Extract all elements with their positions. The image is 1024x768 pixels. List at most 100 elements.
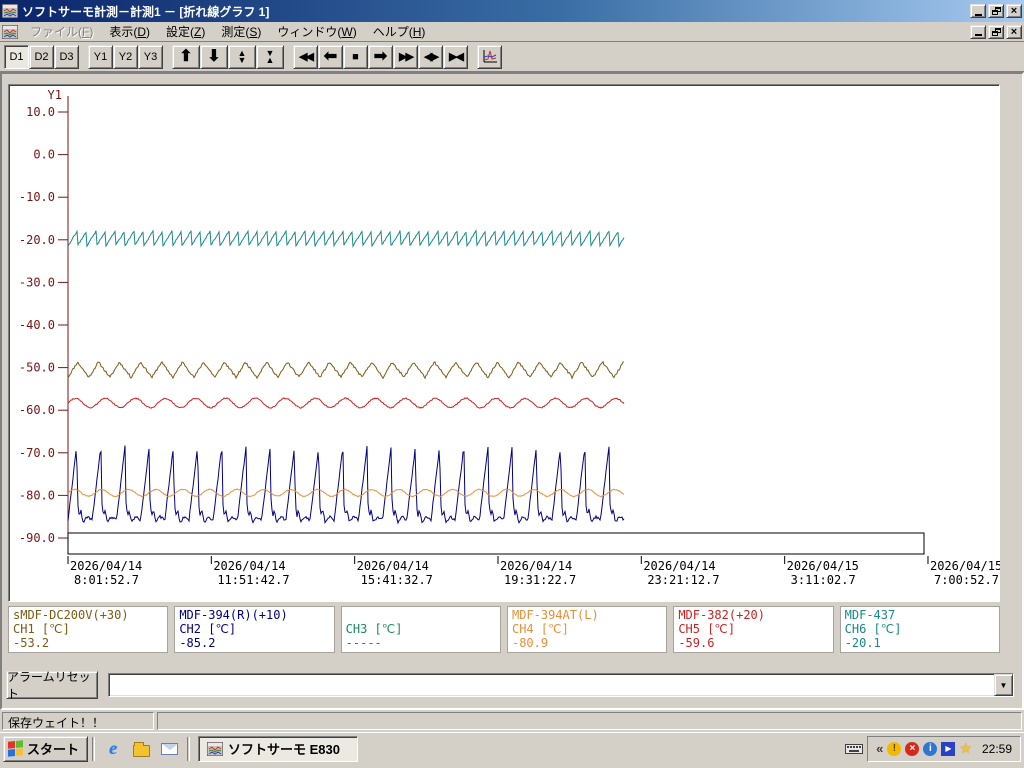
compress-horizontal-button[interactable]: ▶◀ [443,44,468,69]
security-warning-icon[interactable]: ! [887,741,902,756]
fast-forward-button[interactable]: ▶▶ [393,44,418,69]
menu-window[interactable]: ウィンドウ(W) [269,21,364,42]
alarm-combo-value[interactable] [109,674,994,696]
left-arrow-icon: ⬅ [323,47,338,65]
scroll-down-button[interactable]: ⬇ [200,44,228,69]
compress-vertical-icon: ▼ ▲ [265,47,275,65]
security-alert-icon[interactable]: × [905,741,920,756]
alarm-row: アラームリセット ▼ [6,668,1014,702]
document-icon [2,24,18,39]
expand-horizontal-button[interactable]: ◀▶ [418,44,443,69]
chart-panel: Y1 10.0 0.0 -10.0 -20.0 -30.0 -40.0 -50.0 -60.0 -… [8,84,1000,602]
legend-cell-ch2: MDF-394(R)(+10) CH2 [℃] -85.2 [174,606,335,653]
menu-view[interactable]: 表示(D) [101,21,158,42]
system-tray: « ! × i ▶ ★ 22:59 [867,735,1021,762]
outlook-express-icon[interactable] [159,739,179,759]
restore-icon [991,7,1001,15]
svg-text:2026/04/14: 2026/04/14 [643,559,715,573]
toolbar: D1 D2 D3 Y1 Y2 Y3 ⬆ ⬇ ▲ ▼ ▼ ▲ ◀◀ ⬅ ■ ➡ ▶… [0,42,1024,72]
channel-label: MDF-394(R)(+10) [179,608,288,622]
mdi-restore-button[interactable] [988,24,1004,39]
app-icon [207,741,224,756]
alarm-reset-button[interactable]: アラームリセット [6,670,98,701]
channel-name: CH5 [℃] [678,622,736,636]
d1-button[interactable]: D1 [4,44,29,69]
stop-icon: ■ [352,50,359,63]
graph-view-button[interactable] [477,44,502,69]
minimize-icon [974,13,982,16]
internet-explorer-icon[interactable]: e [103,738,123,759]
status-extra [157,712,1022,730]
task-button-softthermo[interactable]: ソフトサーモ E830 [198,735,359,762]
line-chart: Y1 10.0 0.0 -10.0 -20.0 -30.0 -40.0 -50.0 -60.0 -… [19,88,1000,587]
compress-horizontal-icon: ▶◀ [449,51,464,63]
down-arrow-icon: ⬇ [207,47,221,65]
svg-text:2026/04/14: 2026/04/14 [357,559,429,573]
rewind-button[interactable]: ◀◀ [293,44,318,69]
d2-button[interactable]: D2 [29,44,54,69]
channel-label: MDF-437 [844,608,896,622]
y2-button[interactable]: Y2 [113,44,138,69]
start-button[interactable]: スタート [3,735,89,762]
right-arrow-icon: ➡ [373,47,388,65]
compress-vertical-button[interactable]: ▼ ▲ [256,44,284,69]
svg-text:8:01:52.7: 8:01:52.7 [74,573,139,587]
scroll-left-button[interactable]: ⬅ [318,44,343,69]
expand-vertical-button[interactable]: ▲ ▼ [228,44,256,69]
stop-button[interactable]: ■ [343,44,368,69]
expand-vertical-icon: ▲ ▼ [237,47,247,65]
svg-text:-20.0: -20.0 [19,233,55,247]
taskbar-divider [187,736,191,761]
system-tray-area: « ! × i ▶ ★ 22:59 [841,735,1021,762]
start-label: スタート [27,742,80,757]
collapse-chevron-icon[interactable]: « [876,741,883,756]
menu-settings[interactable]: 設定(Z) [158,21,213,42]
scroll-right-button[interactable]: ➡ [368,44,393,69]
show-desktop-icon[interactable] [131,739,151,759]
svg-text:-10.0: -10.0 [19,190,55,204]
mdi-minimize-button[interactable] [970,24,986,39]
y1-button[interactable]: Y1 [88,44,113,69]
taskbar-divider [92,736,96,761]
mdi-close-button[interactable]: × [1006,24,1022,39]
taskbar: スタート e ソフトサーモ E830 « ! × i ▶ ★ 22:59 [0,732,1024,764]
menu-bar: ファイル(F) 表示(D) 設定(Z) 測定(S) ウィンドウ(W) ヘルプ(H… [0,22,1024,42]
menu-file[interactable]: ファイル(F) [22,21,101,42]
svg-text:Y1: Y1 [48,88,62,102]
channel-label [346,608,496,622]
menu-measure[interactable]: 測定(S) [213,21,269,42]
window-title: ソフトサーモ計測－計測1 － [折れ線グラフ 1] [22,4,270,19]
close-icon: × [1010,25,1018,38]
restore-button[interactable] [988,4,1004,18]
windows-logo-icon [8,740,23,757]
alarm-combo-dropdown-button[interactable]: ▼ [994,674,1013,696]
legend-cell-ch3: CH3 [℃] ----- [340,606,501,653]
legend-cell-ch5: MDF-382(+20) CH5 [℃] -59.6 [673,606,834,653]
status-bar: 保存ウェイト！！ [0,710,1024,732]
up-arrow-icon: ⬆ [179,47,193,65]
svg-text:23:21:12.7: 23:21:12.7 [647,573,719,587]
svg-text:10.0: 10.0 [26,105,55,119]
legend-cell-ch4: MDF-394AT(L) CH4 [℃] -80.9 [506,606,668,653]
keyboard-layout-icon[interactable] [845,743,864,755]
svg-text:15:41:32.7: 15:41:32.7 [361,573,433,587]
favorites-tray-icon[interactable]: ★ [959,740,972,757]
svg-text:7:00:52.7: 7:00:52.7 [934,573,999,587]
channel-name: CH4 [℃] [511,622,569,636]
info-notification-icon[interactable]: i [923,741,938,756]
expand-horizontal-icon: ◀▶ [424,51,439,63]
channel-value: -85.2 [179,636,216,650]
y3-button[interactable]: Y3 [138,44,163,69]
d3-button[interactable]: D3 [54,44,79,69]
svg-text:-60.0: -60.0 [19,403,55,417]
close-button[interactable]: × [1006,4,1022,18]
svg-text:-80.0: -80.0 [19,488,55,502]
measurement-running-icon[interactable]: ▶ [941,741,956,756]
alarm-combo-box[interactable]: ▼ [108,673,1014,697]
svg-text:-70.0: -70.0 [19,446,55,460]
minimize-button[interactable] [970,4,986,18]
graph-icon [483,49,497,62]
scroll-up-button[interactable]: ⬆ [172,44,200,69]
channel-label: sMDF-DC200V(+30) [13,608,129,622]
menu-help[interactable]: ヘルプ(H) [365,21,434,42]
